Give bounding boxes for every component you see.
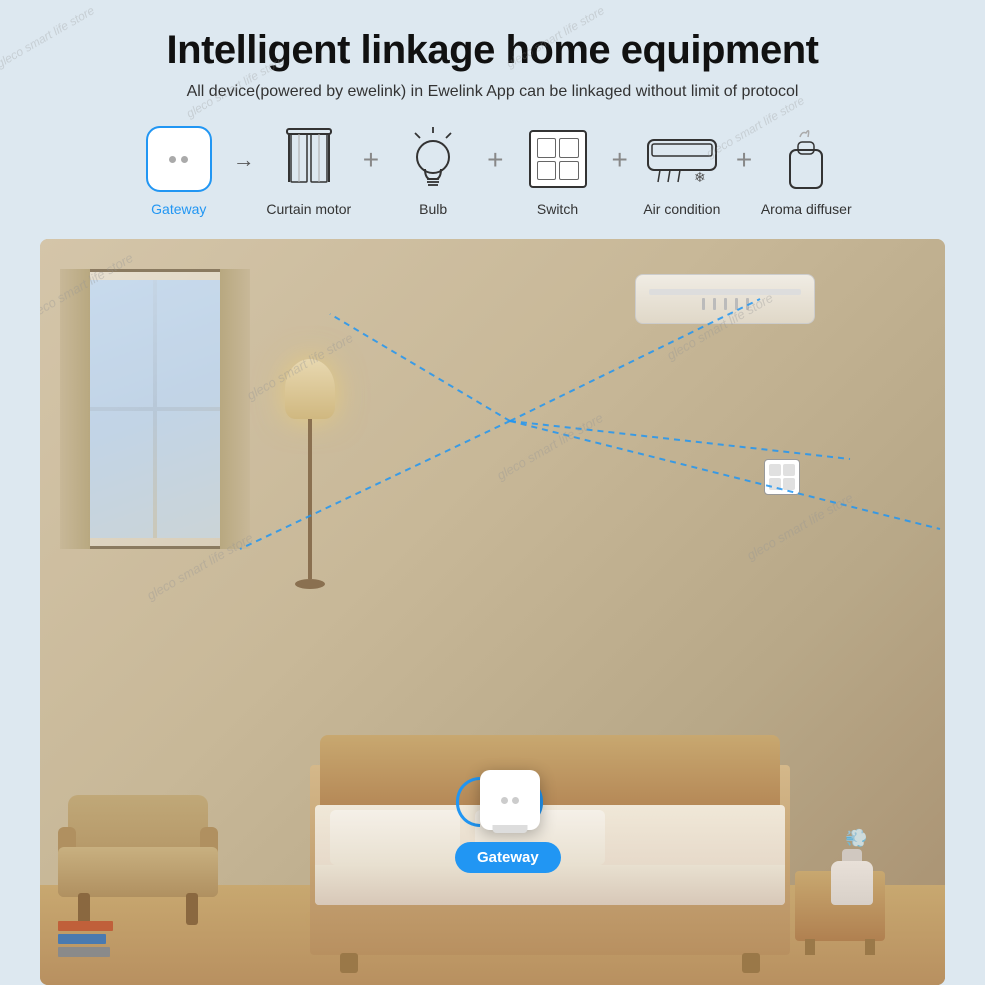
gateway-badge: Gateway: [455, 842, 561, 873]
switch-icon-wrapper: [522, 123, 594, 195]
ac-unit: [635, 274, 815, 324]
armchair: [58, 795, 218, 925]
wall-switch-btn-4: [783, 478, 795, 490]
aroma-device-top: [842, 849, 862, 861]
gateway-device: [480, 770, 540, 830]
wall-switch-btn-1: [769, 464, 781, 476]
wall-switch: [764, 459, 800, 495]
curtain-left: [60, 269, 90, 549]
bedroom-section: 💨 Gateway: [40, 239, 945, 985]
air-condition-icon: ❄: [646, 132, 718, 187]
switch-cell-3: [537, 161, 557, 181]
switch-cell-1: [537, 138, 557, 158]
ac-vent-4: [735, 298, 738, 310]
page-wrapper: Intelligent linkage home equipment All d…: [0, 0, 985, 985]
ac-vent-1: [702, 298, 705, 310]
aroma-steam: 💨: [845, 828, 867, 849]
page-subtitle: All device(powered by ewelink) in Ewelin…: [187, 83, 799, 101]
plus-3: +: [612, 144, 628, 196]
switch-icon: [529, 130, 587, 188]
plus-2: +: [487, 144, 503, 196]
gateway-dot-1: [169, 156, 176, 163]
bulb-icon: [407, 125, 459, 193]
aroma-icon-wrapper: [770, 123, 842, 195]
bulb-icon-wrapper: [397, 123, 469, 195]
bed-leg-front-left: [340, 953, 358, 973]
device-gateway: Gateway: [129, 123, 229, 217]
book-3: [58, 947, 110, 957]
aroma-device: 💨: [831, 850, 873, 905]
chair-seat: [58, 847, 218, 897]
aroma-diffuser-icon: [780, 125, 832, 193]
bed-leg-front-right: [742, 953, 760, 973]
gateway-icon: [146, 126, 212, 192]
plus-4: +: [736, 144, 752, 196]
ac-bar: [649, 289, 800, 295]
switch-cell-4: [559, 161, 579, 181]
books-stack: [58, 921, 113, 957]
device-gateway-label: Gateway: [151, 201, 206, 217]
device-aroma-label: Aroma diffuser: [761, 201, 852, 217]
nightstand-leg-right: [865, 939, 875, 955]
devices-row: Gateway → Curtain motor +: [40, 123, 945, 217]
curtain-motor-icon: [283, 127, 335, 192]
ac-vent-5: [746, 298, 749, 310]
curtain-right: [220, 269, 250, 549]
device-ac: ❄ Air condition: [632, 123, 732, 217]
ac-vents: [702, 298, 749, 310]
book-2: [58, 934, 106, 944]
lamp-base: [295, 579, 325, 589]
ac-icon-wrapper: ❄: [646, 123, 718, 195]
window-panes: [71, 280, 239, 538]
plus-1: +: [363, 144, 379, 196]
device-bulb: Bulb: [383, 123, 483, 217]
aroma-device-body: [831, 861, 873, 905]
lamp-shade: [285, 359, 335, 419]
arrow-icon: →: [233, 147, 255, 193]
device-switch-label: Switch: [537, 201, 578, 217]
floor-lamp: [300, 359, 320, 589]
gateway-device-dot-1: [501, 797, 508, 804]
gateway-dot-2: [181, 156, 188, 163]
device-aroma: Aroma diffuser: [756, 123, 856, 217]
device-bulb-label: Bulb: [419, 201, 447, 217]
nightstand-leg-left: [805, 939, 815, 955]
bed-pillow-left: [330, 810, 460, 865]
device-ac-label: Air condition: [643, 201, 720, 217]
wall-switch-btn-3: [769, 478, 781, 490]
ac-vent-2: [713, 298, 716, 310]
device-curtain: Curtain motor: [259, 123, 359, 217]
device-curtain-label: Curtain motor: [266, 201, 351, 217]
device-switch: Switch: [508, 123, 608, 217]
gateway-icon-wrapper: [143, 123, 215, 195]
book-1: [58, 921, 113, 931]
ac-vent-3: [724, 298, 727, 310]
switch-cell-2: [559, 138, 579, 158]
curtain-icon-wrapper: [273, 123, 345, 195]
lamp-pole: [308, 419, 312, 579]
page-title: Intelligent linkage home equipment: [167, 28, 819, 73]
wall-switch-btn-2: [783, 464, 795, 476]
chair-leg-right: [186, 893, 198, 925]
gateway-device-dot-2: [512, 797, 519, 804]
svg-text:❄: ❄: [694, 169, 706, 185]
